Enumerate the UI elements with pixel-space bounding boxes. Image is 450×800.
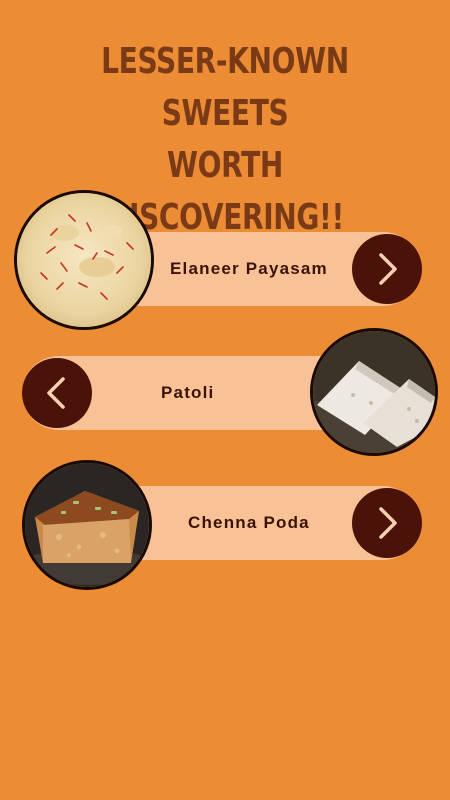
previous-button-patoli[interactable] xyxy=(22,358,92,428)
sweet-label-chenna-poda: Chenna Poda xyxy=(188,513,310,532)
sweet-label-patoli: Patoli xyxy=(161,383,215,402)
photo-elaneer-payasam xyxy=(14,190,154,330)
chevron-right-icon xyxy=(379,507,397,539)
photo-chenna-poda xyxy=(22,460,152,590)
chevron-left-icon xyxy=(47,377,65,409)
next-button-chenna-poda[interactable] xyxy=(352,488,422,558)
sweet-label-elaneer-payasam: Elaneer Payasam xyxy=(170,259,328,278)
photo-patoli xyxy=(310,328,438,456)
chevron-right-icon xyxy=(379,253,397,285)
next-button-elaneer-payasam[interactable] xyxy=(352,234,422,304)
page-title-line-1: LESSER-KNOWN SWEETS xyxy=(101,41,349,134)
sweets-page: LESSER-KNOWN SWEETS WORTH DISCOVERING!! … xyxy=(0,0,450,800)
